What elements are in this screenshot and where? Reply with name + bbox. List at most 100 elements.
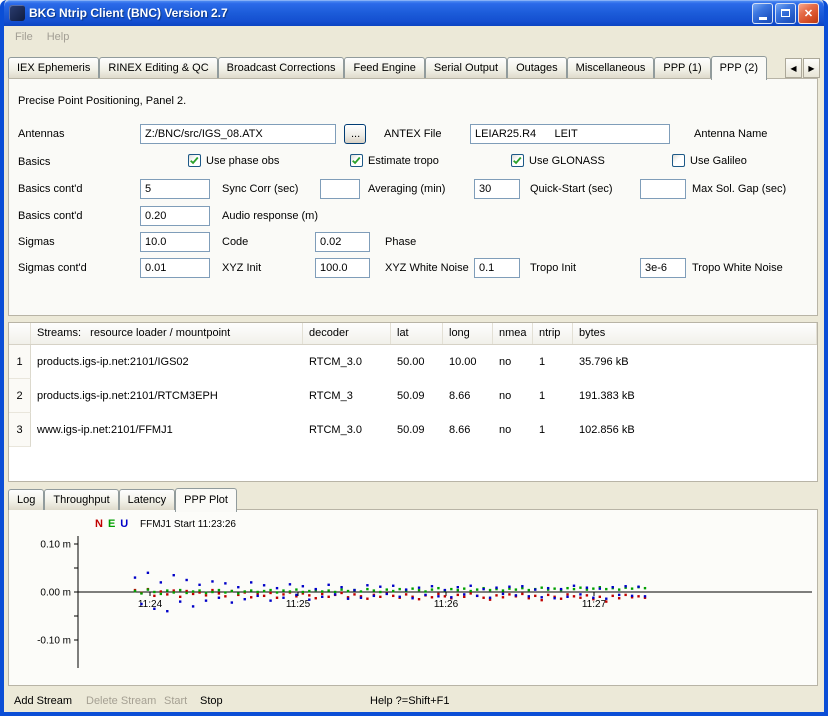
tab-miscellaneous[interactable]: Miscellaneous: [567, 57, 655, 78]
column-header-streams-resource-loader[interactable]: Streams: resource loader / mountpoint: [31, 323, 303, 344]
max-sol-gap-label: Max Sol. Gap (sec): [692, 183, 786, 195]
checkbox-use-galileo[interactable]: Use Galileo: [672, 154, 747, 167]
row-number: 3: [9, 413, 31, 447]
cell: 50.09: [391, 424, 443, 436]
cell: 8.66: [443, 424, 493, 436]
cell: 191.383 kB: [573, 390, 817, 402]
tab-outages[interactable]: Outages: [507, 57, 567, 78]
averaging-label: Averaging (min): [368, 183, 445, 195]
checkbox-use-phase-obs[interactable]: Use phase obs: [188, 154, 279, 167]
app-icon: [9, 5, 25, 21]
tropo-init-input[interactable]: [474, 258, 520, 278]
sigma-phase-input[interactable]: [315, 232, 370, 252]
tropo-init-label: Tropo Init: [530, 262, 576, 274]
antex-file-input[interactable]: [140, 124, 336, 144]
cell: 8.66: [443, 390, 493, 402]
tab-serial-output[interactable]: Serial Output: [425, 57, 507, 78]
tropo-white-noise-input[interactable]: [640, 258, 686, 278]
antex-browse-button[interactable]: ...: [344, 124, 366, 144]
bottom-tab-log[interactable]: Log: [8, 489, 44, 510]
bottom-tab-latency[interactable]: Latency: [119, 489, 176, 510]
xyz-white-noise-input[interactable]: [315, 258, 370, 278]
title-bar[interactable]: BKG Ntrip Client (BNC) Version 2.7 ✕: [4, 0, 824, 26]
plot-legend: NEU: [95, 518, 128, 530]
sigmas-label: Sigmas: [18, 236, 55, 248]
tab-bar: IEX EphemerisRINEX Editing & QCBroadcast…: [8, 56, 767, 78]
max-sol-gap-input[interactable]: [640, 179, 686, 199]
close-button[interactable]: ✕: [798, 3, 819, 24]
xyz-init-input[interactable]: [140, 258, 210, 278]
column-header-long[interactable]: long: [443, 323, 493, 344]
sigmas-contd-label: Sigmas cont'd: [18, 262, 87, 274]
legend-u: U: [120, 518, 128, 530]
panel-heading: Precise Point Positioning, Panel 2.: [18, 95, 186, 107]
column-header-decoder[interactable]: decoder: [303, 323, 391, 344]
streams-header: Streams: resource loader / mountpointdec…: [9, 323, 817, 345]
sigmas-contd-row: Sigmas cont'd XYZ Init XYZ White Noise T…: [9, 258, 817, 278]
checkbox-label: Estimate tropo: [368, 155, 439, 167]
checkbox-unchecked-icon[interactable]: [672, 154, 685, 167]
antenna-name-input[interactable]: [470, 124, 670, 144]
quick-start-input[interactable]: [474, 179, 520, 199]
status-action-help-shift-f1[interactable]: Help ?=Shift+F1: [370, 695, 450, 707]
tab-scroll-left-button[interactable]: ◀: [785, 58, 802, 78]
checkbox-checked-icon[interactable]: [350, 154, 363, 167]
tab-feed-engine[interactable]: Feed Engine: [344, 57, 424, 78]
column-header-lat[interactable]: lat: [391, 323, 443, 344]
status-action-add-stream[interactable]: Add Stream: [14, 695, 72, 707]
column-header-nmea[interactable]: nmea: [493, 323, 533, 344]
basics-contd2-row: Basics cont'd Audio response (m): [9, 206, 817, 226]
bottom-tab-throughput[interactable]: Throughput: [44, 489, 118, 510]
xyz-white-noise-label: XYZ White Noise: [385, 262, 469, 274]
sigma-code-label: Code: [222, 236, 248, 248]
checkbox-estimate-tropo[interactable]: Estimate tropo: [350, 154, 439, 167]
tab-scrollers: ◀ ▶: [785, 58, 820, 78]
svg-text:11:27: 11:27: [582, 599, 607, 610]
xyz-init-label: XYZ Init: [222, 262, 261, 274]
cell: 50.09: [391, 390, 443, 402]
tab-ppp-2[interactable]: PPP (2): [711, 56, 767, 80]
column-header-ntrip[interactable]: ntrip: [533, 323, 573, 344]
menu-help[interactable]: Help: [40, 28, 77, 46]
sync-corr-input[interactable]: [140, 179, 210, 199]
table-row[interactable]: 3www.igs-ip.net:2101/FFMJ1RTCM_3.050.098…: [9, 413, 817, 447]
checkbox-checked-icon[interactable]: [511, 154, 524, 167]
checkbox-use-glonass[interactable]: Use GLONASS: [511, 154, 605, 167]
cell: products.igs-ip.net:2101/IGS02: [31, 356, 303, 368]
averaging-input[interactable]: [320, 179, 360, 199]
cell: 10.00: [443, 356, 493, 368]
svg-text:-0.10 m: -0.10 m: [37, 636, 71, 647]
bottom-tab-ppp-plot[interactable]: PPP Plot: [175, 488, 237, 512]
tab-iex-ephemeris[interactable]: IEX Ephemeris: [8, 57, 99, 78]
svg-text:0.10 m: 0.10 m: [40, 540, 71, 551]
minimize-button[interactable]: [752, 3, 773, 24]
table-corner: [9, 323, 31, 344]
status-action-stop[interactable]: Stop: [200, 695, 223, 707]
scroll-left-icon: ◀: [790, 64, 796, 73]
tab-ppp-1[interactable]: PPP (1): [654, 57, 710, 78]
maximize-button[interactable]: [775, 3, 796, 24]
legend-n: N: [95, 518, 103, 530]
legend-e: E: [108, 518, 115, 530]
cell: 1: [533, 356, 573, 368]
status-bar: Add StreamDelete StreamStartStopHelp ?=S…: [8, 692, 820, 712]
checkbox-label: Use GLONASS: [529, 155, 605, 167]
sigma-phase-label: Phase: [385, 236, 416, 248]
audio-response-input[interactable]: [140, 206, 210, 226]
menu-file[interactable]: File: [8, 28, 40, 46]
tab-scroll-right-button[interactable]: ▶: [803, 58, 820, 78]
tab-rinex-editing-qc[interactable]: RINEX Editing & QC: [99, 57, 217, 78]
sigma-code-input[interactable]: [140, 232, 210, 252]
antennas-label: Antennas: [18, 128, 64, 140]
table-row[interactable]: 1products.igs-ip.net:2101/IGS02RTCM_3.05…: [9, 345, 817, 379]
checkbox-label: Use phase obs: [206, 155, 279, 167]
cell: no: [493, 356, 533, 368]
window-title: BKG Ntrip Client (BNC) Version 2.7: [29, 6, 228, 20]
checkbox-checked-icon[interactable]: [188, 154, 201, 167]
plot-title: FFMJ1 Start 11:23:26: [140, 519, 236, 530]
column-header-bytes[interactable]: bytes: [573, 323, 817, 344]
svg-text:11:26: 11:26: [434, 599, 459, 610]
tab-broadcast-corrections[interactable]: Broadcast Corrections: [218, 57, 345, 78]
cell: 102.856 kB: [573, 424, 817, 436]
table-row[interactable]: 2products.igs-ip.net:2101/RTCM3EPHRTCM_3…: [9, 379, 817, 413]
